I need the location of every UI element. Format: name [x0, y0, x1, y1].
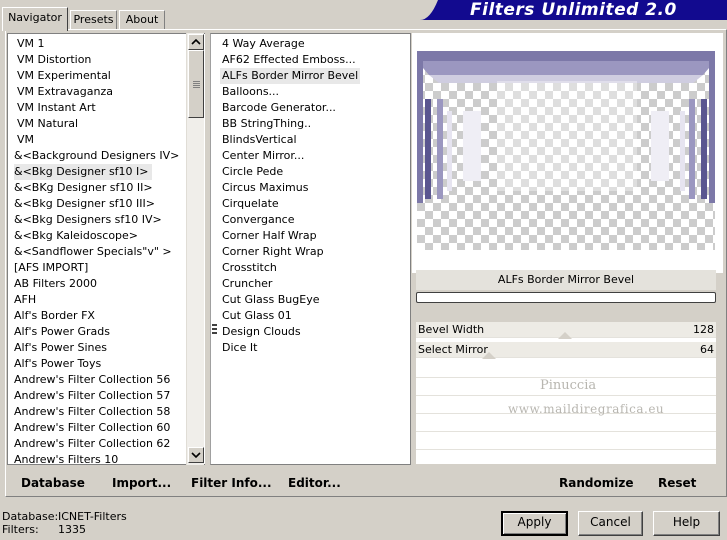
filter-item[interactable]: Dice It: [222, 340, 257, 356]
filter-info-button[interactable]: Filter Info...: [191, 475, 272, 491]
database-label: Database:: [2, 510, 59, 523]
import-button[interactable]: Import...: [112, 475, 171, 491]
category-item[interactable]: Andrew's Filter Collection 58: [14, 404, 170, 420]
category-item[interactable]: Andrew's Filter Collection 60: [14, 420, 170, 436]
category-item[interactable]: Alf's Power Toys: [14, 356, 101, 372]
filter-item[interactable]: Center Mirror...: [222, 148, 304, 164]
param-value: 64: [700, 343, 714, 356]
param-label: Bevel Width: [418, 323, 485, 336]
cancel-button[interactable]: Cancel: [578, 511, 643, 536]
category-item[interactable]: &<Background Designers IV>: [14, 148, 179, 164]
filter-item[interactable]: BlindsVertical: [222, 132, 297, 148]
filter-item[interactable]: Design Clouds: [222, 324, 301, 340]
filter-item[interactable]: AF62 Effected Emboss...: [222, 52, 356, 68]
category-item[interactable]: VM: [17, 132, 34, 148]
param-select-mirror[interactable]: Select Mirror 64: [416, 342, 716, 359]
category-item[interactable]: AFH: [14, 292, 36, 308]
randomize-button[interactable]: Randomize: [559, 475, 633, 491]
watermark-url: www.maildiregrafica.eu: [508, 402, 665, 416]
category-item[interactable]: &<Bkg Designer sf10 III>: [14, 196, 155, 212]
category-item[interactable]: Alf's Border FX: [14, 308, 95, 324]
category-item[interactable]: AB Filters 2000: [14, 276, 97, 292]
reset-button[interactable]: Reset: [658, 475, 696, 491]
category-item[interactable]: Andrew's Filter Collection 56: [14, 372, 170, 388]
filter-list[interactable]: 4 Way Average AF62 Effected Emboss... ALFs…: [210, 33, 411, 465]
filter-item[interactable]: Corner Half Wrap: [222, 228, 317, 244]
help-button[interactable]: Help: [653, 511, 720, 536]
category-item[interactable]: Andrew's Filters 10: [14, 452, 118, 464]
filter-name: ALFs Border Mirror Bevel: [416, 270, 716, 290]
filter-item[interactable]: Cirquelate: [222, 196, 279, 212]
category-item[interactable]: Alf's Power Grads: [14, 324, 110, 340]
filter-item[interactable]: ALFs Border Mirror Bevel: [220, 68, 361, 84]
slider-notch: [558, 332, 572, 339]
category-item[interactable]: VM Natural: [17, 116, 78, 132]
filter-item[interactable]: Convergance: [222, 212, 295, 228]
param-row-empty: [416, 416, 716, 432]
category-item[interactable]: &<BKg Designer sf10 II>: [14, 180, 153, 196]
filter-item[interactable]: Balloons...: [222, 84, 279, 100]
watermark-name: Pinuccia: [540, 378, 597, 393]
apply-button[interactable]: Apply: [501, 511, 568, 536]
slider-notch: [482, 352, 496, 359]
category-item[interactable]: VM 1: [17, 36, 45, 52]
param-row-empty: [416, 434, 716, 450]
param-row-empty: [416, 362, 716, 378]
category-item[interactable]: Andrew's Filter Collection 62: [14, 436, 170, 452]
filter-item[interactable]: Crosstitch: [222, 260, 277, 276]
scroll-thumb[interactable]: [188, 50, 204, 118]
filter-item[interactable]: BB StringThing..: [222, 116, 311, 132]
category-item[interactable]: Andrew's Filter Collection 57: [14, 388, 170, 404]
scroll-up-button[interactable]: [188, 34, 204, 50]
arrow-down-icon: [191, 452, 201, 459]
tab-navigator[interactable]: Navigator: [2, 7, 68, 31]
param-label: Select Mirror: [418, 343, 488, 356]
category-item[interactable]: &<Bkg Kaleidoscope>: [14, 228, 138, 244]
filter-item[interactable]: Circus Maximus: [222, 180, 308, 196]
param-bevel-width[interactable]: Bevel Width 128: [416, 322, 716, 339]
filter-item[interactable]: Barcode Generator...: [222, 100, 336, 116]
category-item[interactable]: VM Instant Art: [17, 100, 96, 116]
category-list[interactable]: VM 1 VM Distortion VM Experimental VM Extra…: [7, 33, 205, 465]
category-item[interactable]: &<Bkg Designer sf10 I>: [14, 164, 152, 180]
arrow-up-icon: [191, 38, 201, 45]
filters-count: 1335: [58, 523, 86, 536]
filter-item[interactable]: Circle Pede: [222, 164, 283, 180]
progress-bar: [416, 292, 716, 303]
tab-about[interactable]: About: [119, 10, 165, 29]
filter-item[interactable]: 4 Way Average: [222, 36, 305, 52]
database-button[interactable]: Database: [21, 475, 85, 491]
scroll-down-button[interactable]: [188, 447, 204, 463]
editor-button[interactable]: Editor...: [288, 475, 341, 491]
app-title: Filters Unlimited 2.0: [470, 0, 677, 20]
tab-presets[interactable]: Presets: [70, 10, 117, 29]
filter-item[interactable]: Cut Glass BugEye: [222, 292, 319, 308]
parameter-panel: Bevel Width 128 Select Mirror 64: [416, 322, 716, 464]
grip-icon: [212, 324, 217, 334]
category-item[interactable]: &<Sandflower Specials"v" >: [14, 244, 172, 260]
footer-info: Database: ICNET-Filters Filters: 1335: [2, 510, 127, 536]
category-item[interactable]: VM Experimental: [17, 68, 111, 84]
database-value: ICNET-Filters: [58, 510, 127, 523]
category-item[interactable]: [AFS IMPORT]: [14, 260, 88, 276]
filter-item[interactable]: Cut Glass 01: [222, 308, 292, 324]
preview-image: [417, 51, 715, 250]
filter-item[interactable]: Cruncher: [222, 276, 272, 292]
filter-item[interactable]: Corner Right Wrap: [222, 244, 324, 260]
category-item[interactable]: Alf's Power Sines: [14, 340, 107, 356]
category-item[interactable]: VM Extravaganza: [17, 84, 113, 100]
category-item[interactable]: VM Distortion: [17, 52, 91, 68]
category-scrollbar[interactable]: [186, 33, 204, 465]
category-item[interactable]: &<Bkg Designers sf10 IV>: [14, 212, 162, 228]
param-value: 128: [693, 323, 714, 336]
filters-label: Filters:: [2, 523, 39, 536]
